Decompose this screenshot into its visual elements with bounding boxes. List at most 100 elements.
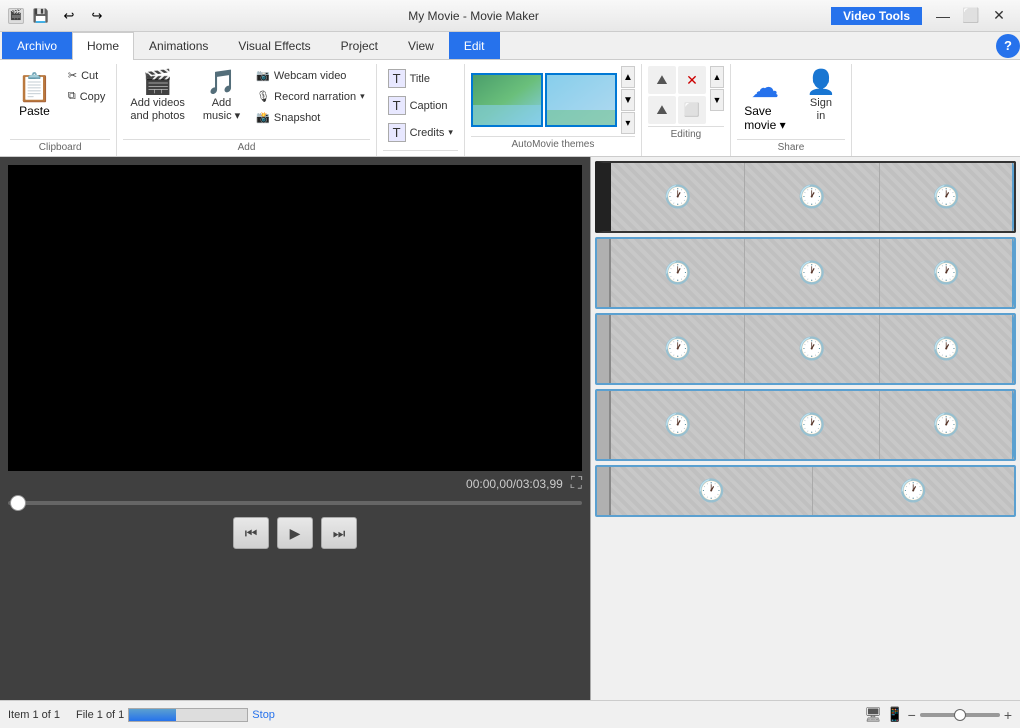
clock-icon: 🕐 [798,260,825,286]
close-btn[interactable]: ✕ [986,6,1012,26]
film-strip-1[interactable]: 🕐 🕐 🕐 [595,161,1016,233]
play-button[interactable]: ▶ [277,517,313,549]
help-button[interactable]: ? [996,34,1020,58]
film-cell-4-0 [597,391,611,459]
sign-in-button[interactable]: 👤 Signin [797,66,845,128]
editing-label: Editing [648,126,724,143]
film-cell-1-1: 🕐 [611,163,745,231]
editing-col-1: ⛰ ⛰ [648,66,676,124]
copy-icon: ⧉ [68,90,76,103]
film-cell-2-3: 🕐 [880,239,1014,307]
tab-visual-effects[interactable]: Visual Effects [223,32,325,59]
editing-scroll-down[interactable]: ▼ [710,89,724,111]
save-movie-label: Savemovie ▾ [744,104,785,132]
zoom-thumb [954,709,966,721]
share-label: Share [737,139,845,156]
zoom-out-button[interactable]: − [908,707,916,723]
snapshot-button[interactable]: 📸 Snapshot [251,108,369,127]
editing-btn-2[interactable]: ⛰ [648,96,676,124]
tab-animations[interactable]: Animations [134,32,223,59]
text-group: T Title T Caption T Credits ▾ [377,64,465,156]
tab-home[interactable]: Home [72,32,134,60]
text-group-label [383,150,458,156]
theme-1-svg [473,75,541,125]
minimize-btn[interactable]: — [930,6,956,26]
editing-scroll-up[interactable]: ▲ [710,66,724,88]
add-music-button[interactable]: 🎵 Addmusic ▾ [196,66,247,128]
redo-btn[interactable]: ↪ [86,5,108,27]
film-cell-1-3: 🕐 [880,163,1014,231]
monitor-icon-1[interactable]: 🖥 [864,706,882,723]
editing-btn-red[interactable]: ✕ [678,66,706,94]
film-cell-2-0 [597,239,611,307]
record-narration-button[interactable]: 🎙 Record narration ▾ [251,87,369,106]
credits-button[interactable]: T Credits ▾ [383,120,458,145]
clock-icon-1: 🕐 [664,184,691,210]
paste-button[interactable]: 📋 Paste [10,66,59,123]
film-strip-2[interactable]: 🕐 🕐 🕐 [595,237,1016,309]
video-preview-panel: 00:00,00/03:03,99 ⛶ ⏮ ▶ ⏭ [0,157,590,700]
copy-button[interactable]: ⧉ Copy [63,87,111,106]
window-controls: — ⬜ ✕ [930,6,1012,26]
cut-button[interactable]: ✂ Cut [63,66,111,85]
timeline-panel: 🕐 🕐 🕐 🕐 [590,157,1020,700]
theme-1[interactable] [471,73,543,127]
window-title: My Movie - Movie Maker [124,9,823,23]
add-music-icon: 🎵 [207,71,237,95]
save-quick-btn[interactable]: 💾 [30,5,52,27]
add-videos-button[interactable]: 🎬 Add videosand photos [123,66,191,128]
tab-edit[interactable]: Edit [449,32,500,59]
clock-icon: 🕐 [798,336,825,362]
zoom-in-button[interactable]: + [1004,707,1012,723]
clock-icon: 🕐 [933,336,960,362]
next-frame-button[interactable]: ⏭ [321,517,357,549]
add-col: 📷 Webcam video 🎙 Record narration ▾ 📸 Sn… [251,66,369,127]
zoom-slider[interactable] [920,713,1000,717]
timeline-scroll[interactable]: 🕐 🕐 🕐 🕐 [591,157,1020,700]
film-strip-5[interactable]: 🕐 🕐 [595,465,1016,517]
credits-icon: T [388,123,406,142]
themes-scroll-up[interactable]: ▲ [621,66,635,88]
film-strip-3[interactable]: 🕐 🕐 🕐 [595,313,1016,385]
film-arrow-4 [1012,389,1016,461]
editing-group: ⛰ ⛰ ✕ ⬜ ▲ ▼ Editing [642,64,731,156]
undo-btn[interactable]: ↩ [58,5,80,27]
editing-col-2: ✕ ⬜ [678,66,706,124]
clock-icon-2: 🕐 [798,184,825,210]
tab-archivo[interactable]: Archivo [2,32,72,59]
themes-content: ▲ ▼ ▾ [471,66,635,134]
editing-btn-1[interactable]: ⛰ [648,66,676,94]
monitor-icon-2[interactable]: 📱 [886,706,903,723]
themes-scroll-more[interactable]: ▼ [621,89,635,111]
tab-project[interactable]: Project [326,32,393,59]
caption-button[interactable]: T Caption [383,93,458,118]
title-button[interactable]: T Title [383,66,458,91]
webcam-button[interactable]: 📷 Webcam video [251,66,369,85]
tab-view[interactable]: View [393,32,449,59]
save-movie-button[interactable]: ☁ Savemovie ▾ [737,66,793,137]
theme-2[interactable] [545,73,617,127]
stop-button[interactable]: Stop [252,709,275,721]
film-cell-5-2: 🕐 [813,467,1014,515]
video-scrubber[interactable] [8,497,582,509]
clock-icon: 🕐 [933,412,960,438]
editing-btn-3[interactable]: ⬜ [678,96,706,124]
add-group: 🎬 Add videosand photos 🎵 Addmusic ▾ 📷 We… [117,64,376,156]
item-info-text: Item 1 of 1 [8,709,60,721]
maximize-btn[interactable]: ⬜ [958,6,984,26]
credits-dropdown-icon: ▾ [448,127,453,138]
save-movie-icon: ☁ [751,71,779,104]
cut-icon: ✂ [68,69,77,82]
title-label: Title [410,73,430,85]
prev-frame-button[interactable]: ⏮ [233,517,269,549]
editing-content: ⛰ ⛰ ✕ ⬜ ▲ ▼ [648,66,724,124]
film-arrow-1 [1012,161,1016,233]
scrubber-thumb[interactable] [10,495,26,511]
fullscreen-button[interactable]: ⛶ [571,475,582,493]
themes-scroll-down[interactable]: ▾ [621,112,635,134]
film-cell-3-2: 🕐 [745,315,879,383]
film-cell-2-1: 🕐 [611,239,745,307]
clipboard-content: 📋 Paste ✂ Cut ⧉ Copy [10,66,110,137]
film-strip-4[interactable]: 🕐 🕐 🕐 [595,389,1016,461]
cut-label: Cut [81,70,98,82]
